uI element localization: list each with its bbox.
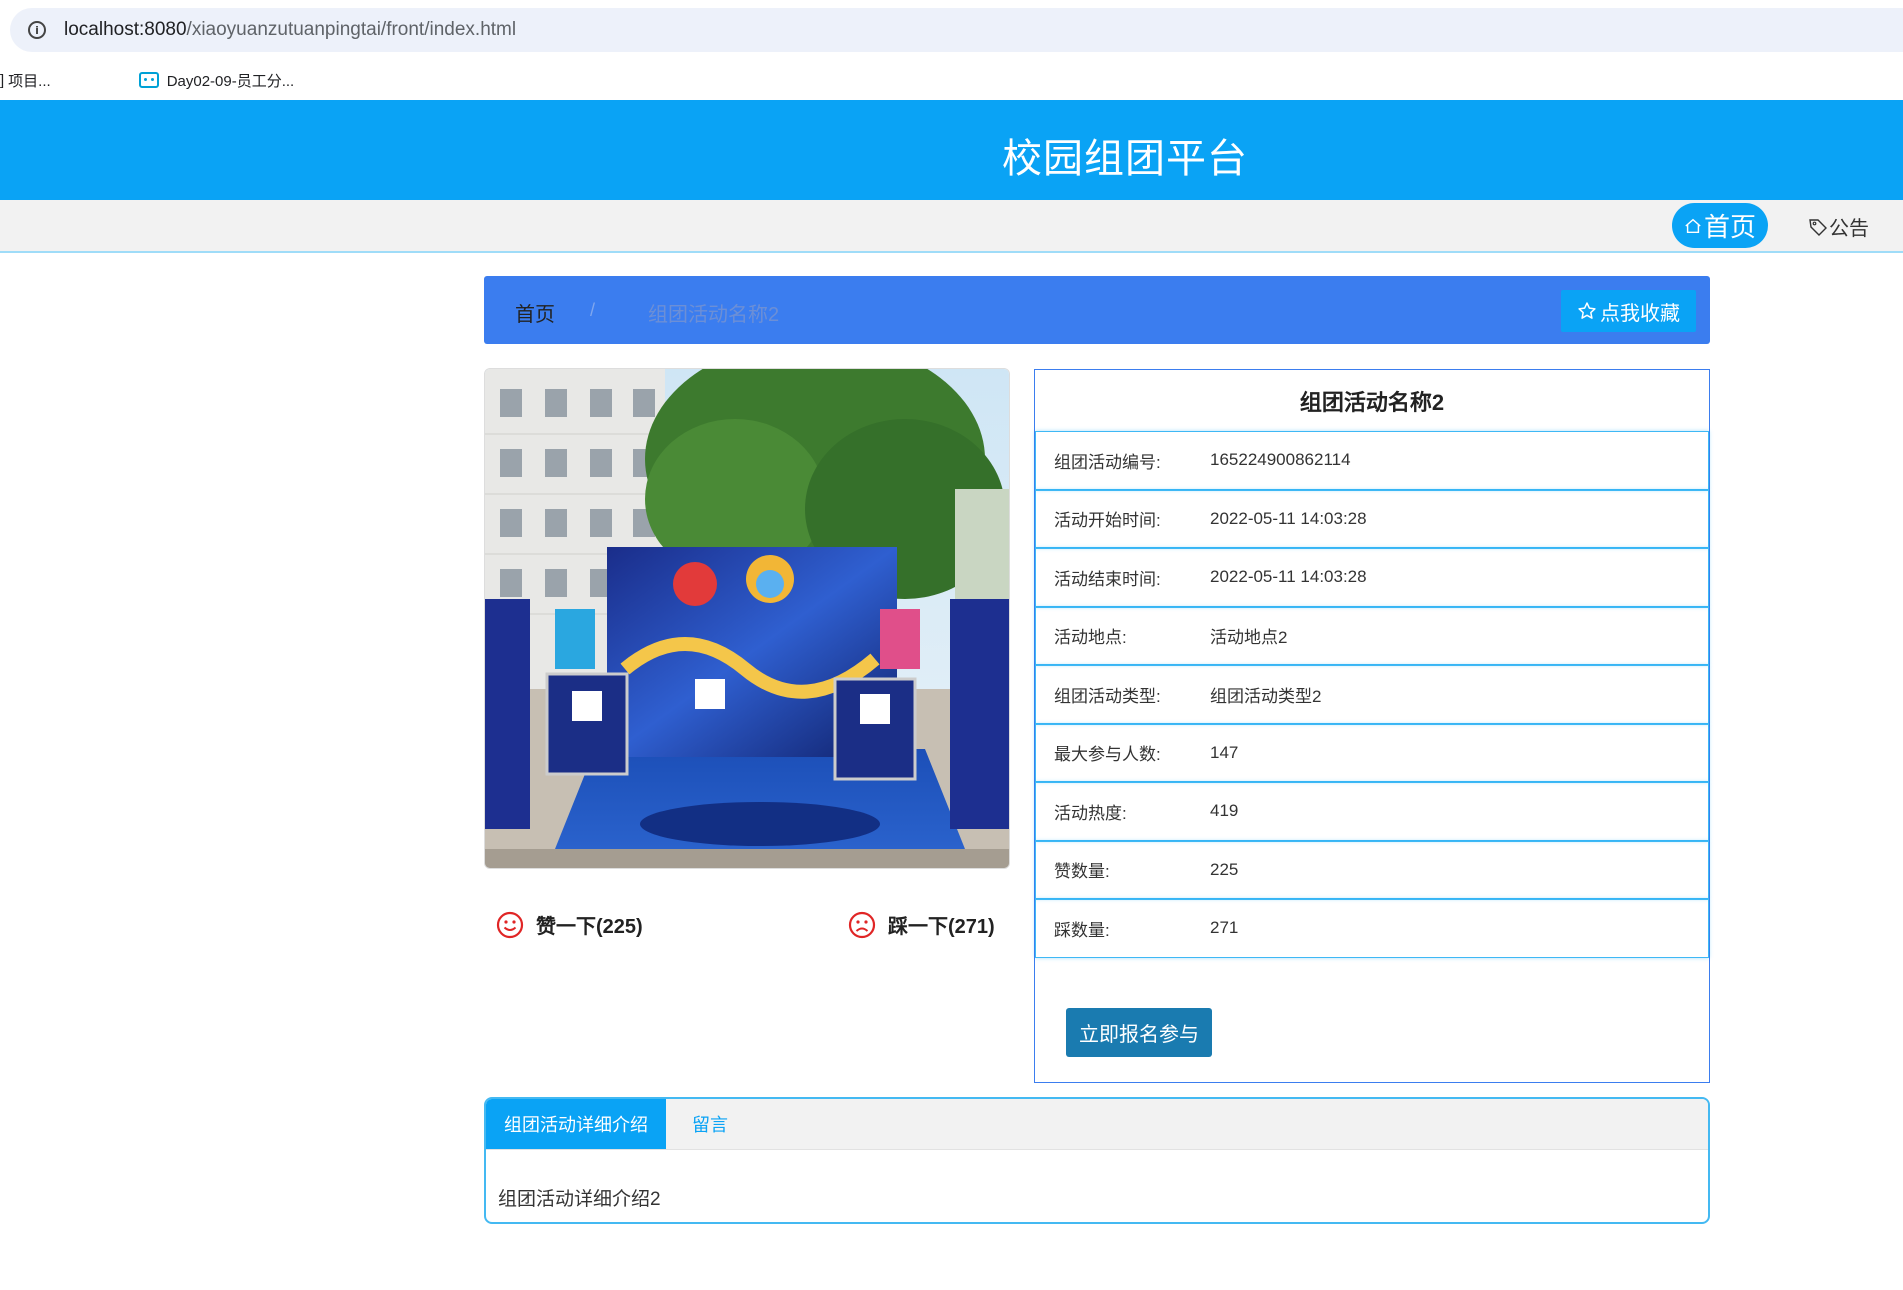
detail-value: 225 bbox=[1210, 859, 1239, 879]
detail-label: 组团活动编号: bbox=[1054, 452, 1161, 472]
bookmark-item[interactable]: ] 项目... bbox=[0, 70, 51, 91]
detail-value: 419 bbox=[1210, 801, 1239, 821]
nav-notice[interactable]: 公告 bbox=[1808, 212, 1869, 241]
tag-icon bbox=[1809, 218, 1827, 236]
favorite-button[interactable]: 点我收藏 bbox=[1561, 290, 1696, 332]
detail-row: 踩数量: 271 bbox=[1035, 899, 1709, 958]
detail-value: 271 bbox=[1210, 918, 1239, 938]
dislike-button[interactable]: 踩一下(271) bbox=[848, 910, 995, 939]
bookmarks-bar: ] 项目... Day02-09-员工分... bbox=[0, 60, 1903, 100]
detail-row: 活动结束时间: 2022-05-11 14:03:28 bbox=[1035, 548, 1709, 607]
detail-row: 活动地点: 活动地点2 bbox=[1035, 606, 1709, 665]
detail-value: 活动地点2 bbox=[1210, 628, 1288, 648]
tab-bar: 组团活动详细介绍 留言 bbox=[486, 1099, 1708, 1150]
star-icon bbox=[1578, 302, 1596, 319]
detail-row: 最大参与人数: 147 bbox=[1035, 723, 1709, 782]
breadcrumb-current: 组团活动名称2 bbox=[648, 304, 780, 326]
tab-description[interactable]: 组团活动详细介绍 bbox=[486, 1099, 666, 1149]
detail-label: 最大参与人数: bbox=[1054, 745, 1161, 765]
folder-icon: ] bbox=[0, 71, 5, 89]
activity-detail-panel: 组团活动名称2 组团活动编号: 165224900862114 活动开始时间: … bbox=[1034, 369, 1710, 1083]
breadcrumb-separator: / bbox=[590, 300, 596, 320]
detail-value: 2022-05-11 14:03:28 bbox=[1210, 508, 1367, 528]
bookmark-item[interactable]: Day02-09-员工分... bbox=[83, 70, 294, 91]
url-text: localhost:8080/xiaoyuanzutuanpingtai/fro… bbox=[64, 19, 517, 40]
url-field[interactable]: i localhost:8080/xiaoyuanzutuanpingtai/f… bbox=[10, 8, 1903, 52]
detail-value: 147 bbox=[1210, 742, 1239, 762]
detail-row: 组团活动类型: 组团活动类型2 bbox=[1035, 665, 1709, 724]
detail-value: 2022-05-11 14:03:28 bbox=[1210, 567, 1367, 587]
detail-label: 活动开始时间: bbox=[1054, 511, 1161, 531]
detail-value: 组团活动类型2 bbox=[1210, 686, 1322, 706]
detail-row: 组团活动编号: 165224900862114 bbox=[1035, 431, 1709, 490]
browser-address-bar: i localhost:8080/xiaoyuanzutuanpingtai/f… bbox=[0, 0, 1903, 60]
detail-label: 赞数量: bbox=[1054, 862, 1110, 882]
breadcrumb: 首页 / 组团活动名称2 点我收藏 bbox=[484, 276, 1710, 344]
detail-row: 赞数量: 225 bbox=[1035, 840, 1709, 899]
main-nav: 首页 公告 bbox=[0, 200, 1903, 253]
detail-label: 组团活动类型: bbox=[1054, 686, 1161, 706]
site-title: 校园组团平台 bbox=[1002, 137, 1248, 181]
signup-button[interactable]: 立即报名参与 bbox=[1066, 1008, 1212, 1057]
detail-label: 活动结束时间: bbox=[1054, 569, 1161, 589]
detail-row: 活动开始时间: 2022-05-11 14:03:28 bbox=[1035, 489, 1709, 548]
smile-icon bbox=[496, 911, 524, 938]
like-button[interactable]: 赞一下(225) bbox=[496, 910, 643, 939]
detail-value: 165224900862114 bbox=[1210, 450, 1351, 470]
detail-tabs: 组团活动详细介绍 留言 组团活动详细介绍2 bbox=[484, 1097, 1710, 1224]
activity-photo bbox=[485, 369, 1009, 868]
tab-comments[interactable]: 留言 bbox=[666, 1099, 746, 1149]
nav-home[interactable]: 首页 bbox=[1672, 203, 1768, 248]
tab-content: 组团活动详细介绍2 bbox=[498, 1189, 661, 1210]
site-header: 校园组团平台 bbox=[0, 100, 1903, 200]
bilibili-icon bbox=[138, 72, 159, 88]
activity-image bbox=[484, 368, 1010, 869]
detail-row: 活动热度: 419 bbox=[1035, 782, 1709, 841]
detail-label: 踩数量: bbox=[1054, 920, 1110, 940]
home-icon bbox=[1685, 218, 1701, 233]
breadcrumb-home[interactable]: 首页 bbox=[515, 298, 555, 327]
activity-title: 组团活动名称2 bbox=[1299, 389, 1445, 415]
detail-label: 活动热度: bbox=[1054, 803, 1127, 823]
site-info-icon[interactable]: i bbox=[28, 21, 46, 39]
detail-label: 活动地点: bbox=[1054, 628, 1127, 648]
frown-icon bbox=[848, 911, 876, 938]
